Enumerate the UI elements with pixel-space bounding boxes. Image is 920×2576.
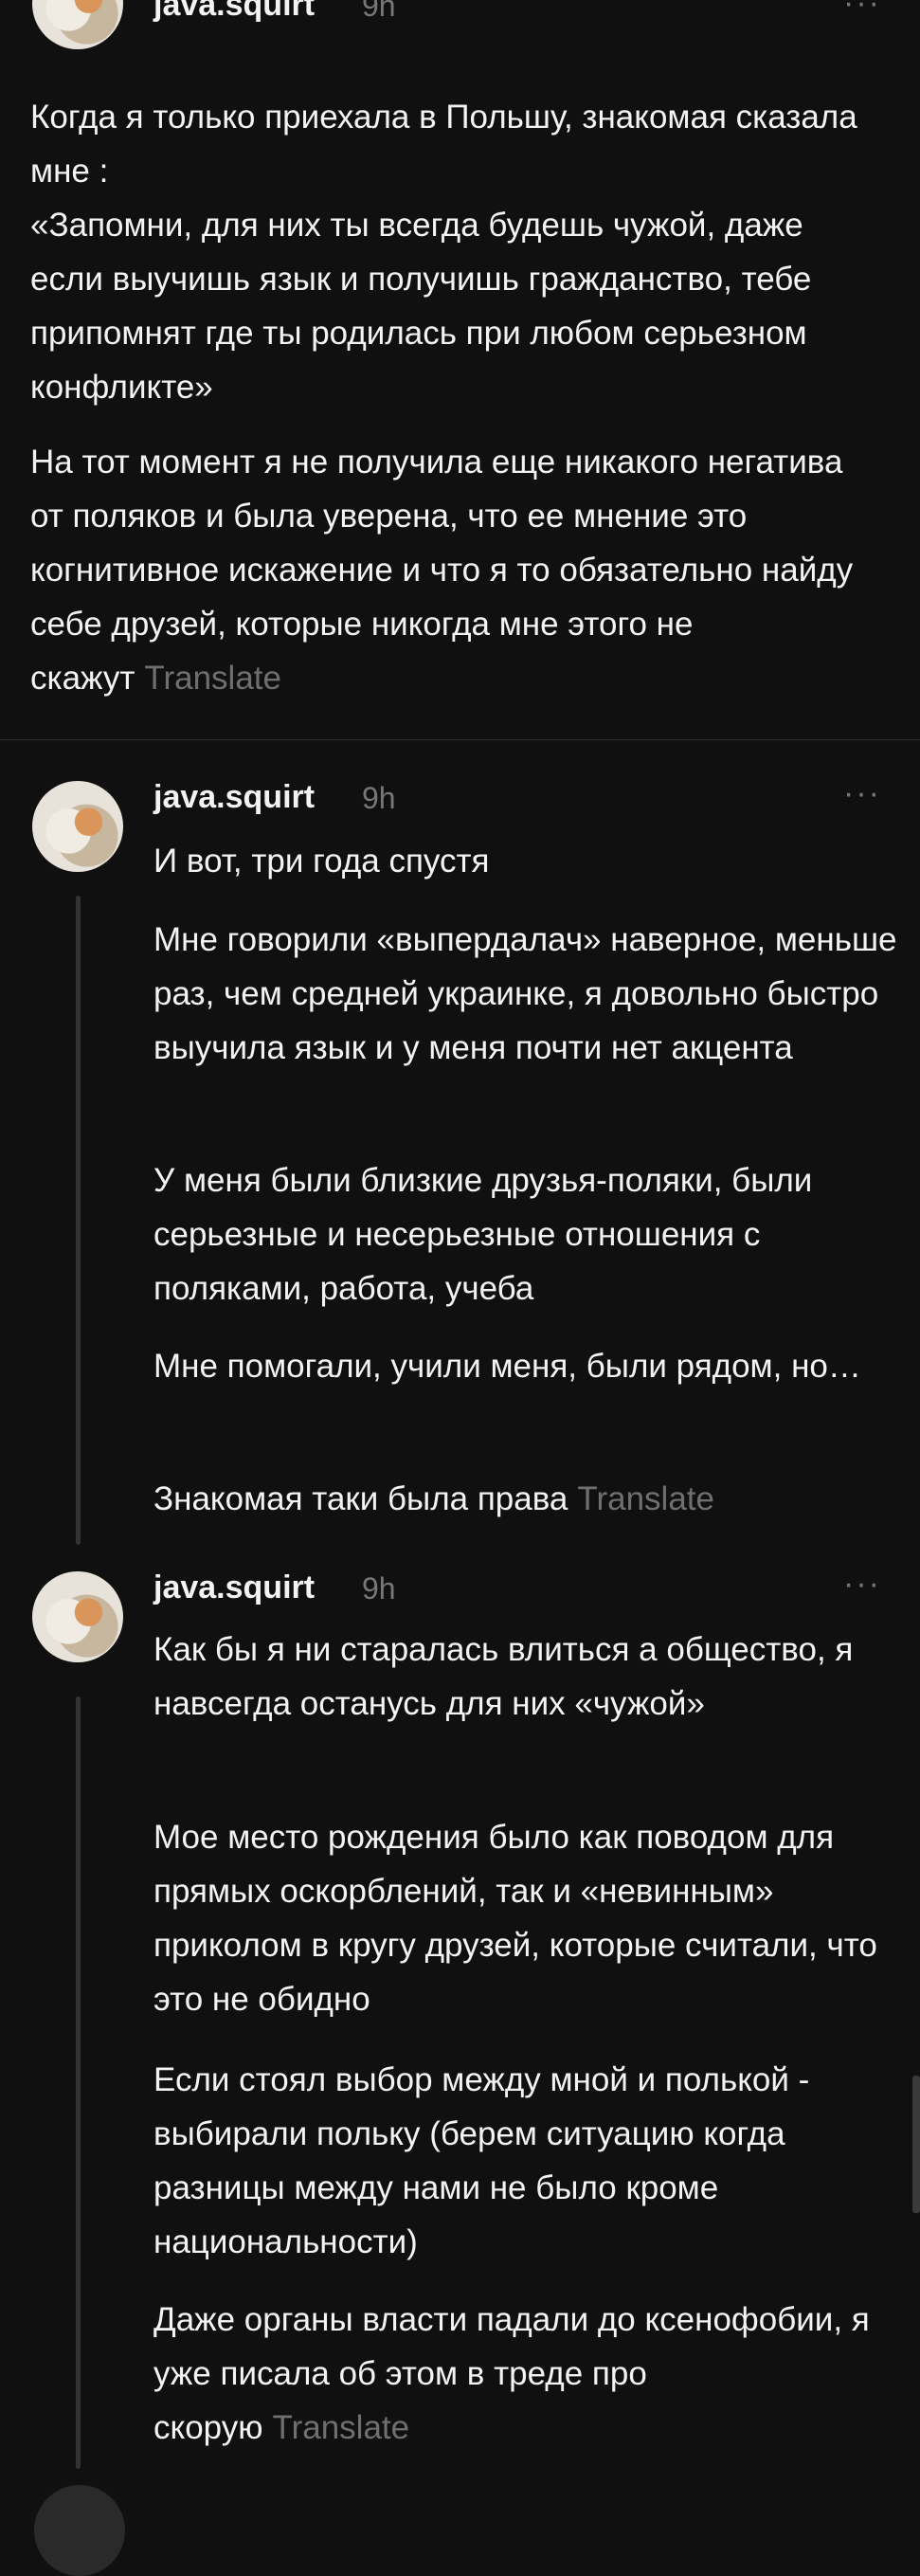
post-time: 9h <box>362 0 396 23</box>
more-options-icon[interactable]: ··· <box>843 1566 881 1603</box>
thread-line <box>76 896 81 1545</box>
divider <box>0 739 920 740</box>
post-text: Знакомая таки была права Translate <box>153 1480 714 1517</box>
translate-link[interactable]: Translate <box>577 1480 714 1517</box>
post-time: 9h <box>362 1571 396 1605</box>
translate-link[interactable]: Translate <box>144 660 281 697</box>
avatar[interactable] <box>32 781 123 872</box>
username[interactable]: java.squirt <box>153 0 315 24</box>
post-text: Когда я только приехала в Польшу, знаком… <box>30 99 857 406</box>
post-text: И вот, три года спустя <box>153 843 490 880</box>
post-text: Как бы я ни старалась влиться а общество… <box>153 1631 854 1722</box>
post-text: Если стоял выбор между мной и полькой - … <box>153 2061 810 2260</box>
post-text: Даже органы власти падали до ксенофобии,… <box>153 2301 870 2446</box>
avatar[interactable] <box>32 1571 123 1662</box>
thread-line <box>76 1696 81 2469</box>
username[interactable]: java.squirt <box>153 1569 315 1606</box>
post-text: На тот момент я не получила еще никакого… <box>30 444 854 697</box>
post-text: Мне говорили «выпердалач» наверное, мень… <box>153 921 897 1066</box>
scrollbar[interactable] <box>912 2076 920 2213</box>
avatar[interactable] <box>34 2485 125 2576</box>
post-text: У меня были близкие друзья-поляки, были … <box>153 1162 813 1307</box>
username[interactable]: java.squirt <box>153 779 315 816</box>
more-options-icon[interactable]: ··· <box>843 0 881 22</box>
post-text: Мое место рождения было как поводом для … <box>153 1819 877 2018</box>
post-text: Мне помогали, учили меня, были рядом, но… <box>153 1348 861 1385</box>
translate-link[interactable]: Translate <box>273 2409 410 2446</box>
more-options-icon[interactable]: ··· <box>843 775 881 812</box>
post-time: 9h <box>362 781 396 815</box>
avatar[interactable] <box>32 0 123 49</box>
